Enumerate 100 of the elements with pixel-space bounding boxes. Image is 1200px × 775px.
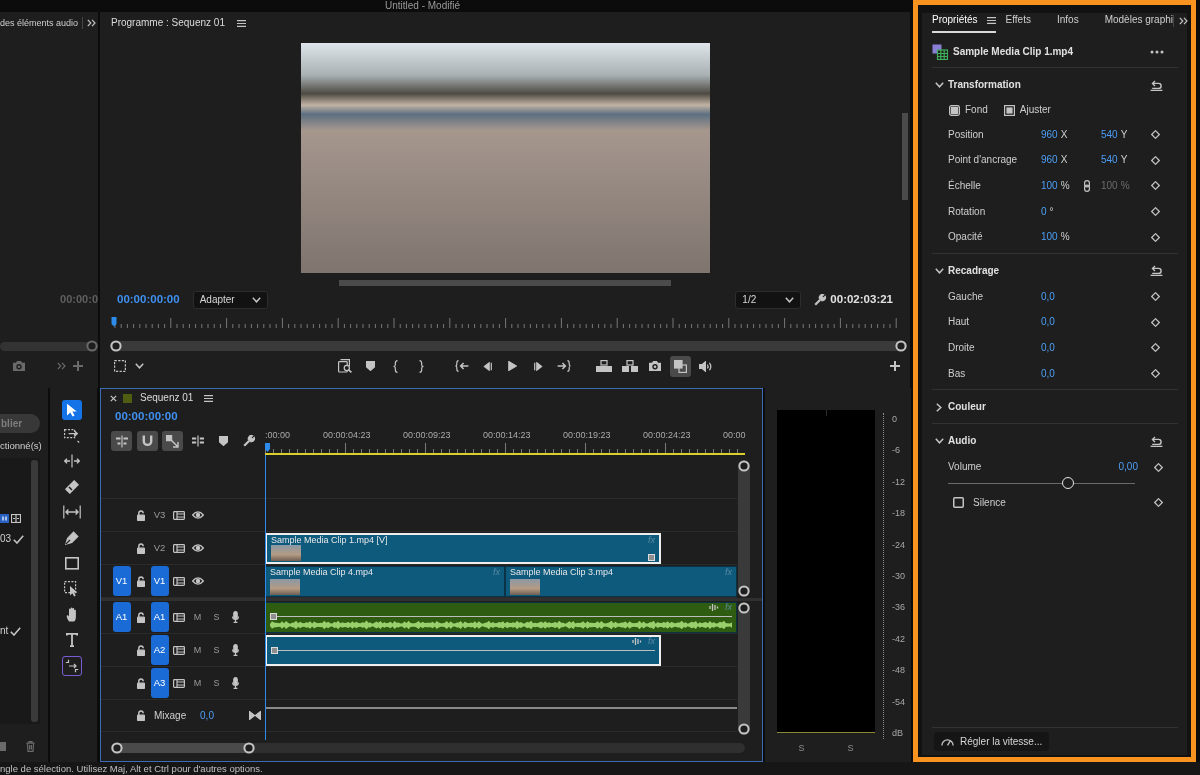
diamond-icon[interactable] (1151, 343, 1160, 353)
trash-icon[interactable] (26, 740, 35, 752)
source-patch[interactable]: A1 (112, 602, 131, 632)
square-icon[interactable] (0, 741, 6, 751)
solo-button[interactable]: S (213, 645, 220, 655)
bowtie-icon[interactable] (248, 711, 261, 720)
property-value[interactable]: 0,0 (1041, 341, 1055, 354)
padlock-icon[interactable] (136, 509, 145, 521)
extend-tool-button[interactable] (62, 655, 82, 676)
frame-mode-button[interactable]: Ajuster (1003, 104, 1051, 116)
scrollbar[interactable] (902, 113, 908, 200)
linked-button[interactable] (162, 431, 183, 451)
diamond-icon[interactable] (1151, 207, 1160, 217)
solo-button[interactable]: S (213, 612, 220, 622)
padlock-icon[interactable] (136, 644, 145, 656)
slider-thumb[interactable] (1061, 477, 1074, 490)
scrollbar[interactable] (339, 280, 671, 286)
diamond-icon[interactable] (1154, 498, 1163, 508)
track-target[interactable]: V2 (150, 533, 169, 563)
diamond-icon[interactable] (1151, 181, 1160, 191)
timecode[interactable]: 00:00:00:00 (115, 410, 178, 424)
reset-arrow-icon[interactable] (1150, 265, 1163, 277)
keyframe-icon[interactable] (271, 646, 278, 654)
section-title[interactable]: Transformation (948, 79, 1021, 91)
filmstrip-icon[interactable] (172, 645, 185, 655)
mute-button[interactable]: M (193, 678, 202, 688)
track-target[interactable]: V3 (150, 500, 169, 530)
reset-arrow-icon[interactable] (1150, 79, 1163, 91)
more-icon[interactable] (1150, 50, 1164, 54)
scrollbar[interactable] (31, 460, 38, 722)
diamond-icon[interactable] (1151, 369, 1160, 379)
property-value[interactable]: 100 (1041, 180, 1058, 192)
scroll-handle[interactable] (738, 460, 750, 472)
property-value[interactable]: 960 (1041, 128, 1058, 141)
scroll-handle[interactable] (738, 723, 750, 735)
panel-tab[interactable]: Modèles graphi (1104, 14, 1174, 33)
property-value[interactable]: 960 (1041, 154, 1058, 167)
reset-arrow-icon[interactable] (1150, 435, 1163, 447)
menu-icon[interactable] (236, 19, 246, 27)
panel-tab[interactable]: Effets (1005, 14, 1031, 33)
resolution-dropdown[interactable]: 1/2 (735, 291, 802, 309)
timecode[interactable]: 00:00:00:00 (117, 293, 180, 307)
solo-button[interactable]: S (798, 743, 805, 754)
panel-tab[interactable]: Propriétés (932, 14, 996, 33)
eye-icon[interactable] (191, 577, 204, 585)
wrench-icon[interactable] (814, 294, 827, 306)
track-target[interactable]: V1 (150, 566, 169, 596)
chevron-icon[interactable] (934, 82, 944, 88)
compare-button[interactable] (670, 355, 691, 377)
property-value[interactable]: 100 (1041, 231, 1058, 244)
diamond-icon[interactable] (1151, 317, 1160, 327)
scroll-handle[interactable] (895, 340, 907, 352)
playhead-icon[interactable] (265, 443, 270, 452)
solo-button[interactable]: S (847, 743, 854, 754)
scrollbar[interactable] (738, 602, 750, 735)
speed-button[interactable]: Régler la vitesse... (934, 732, 1050, 751)
panel-tab[interactable]: des éléments audio (0, 17, 79, 29)
filmstrip-icon[interactable] (172, 510, 185, 520)
scroll-handle[interactable] (243, 742, 255, 754)
diamond-icon[interactable] (1151, 130, 1160, 140)
diamond-icon[interactable] (1151, 155, 1160, 165)
check-icon[interactable] (13, 534, 25, 544)
property-value[interactable]: 0,0 (1041, 367, 1055, 380)
list-item-label[interactable]: nt (0, 625, 9, 637)
eye-icon[interactable] (191, 544, 204, 552)
diamond-icon[interactable] (1151, 292, 1160, 302)
video-clip[interactable]: Sample Media Clip 1.mp4 [V] fx (265, 532, 661, 564)
volume-line[interactable] (277, 615, 732, 617)
property-value[interactable]: 540 (1101, 154, 1118, 167)
track-target[interactable]: A2 (150, 635, 169, 665)
scroll-handle[interactable] (738, 585, 750, 597)
section-title[interactable]: Audio (948, 435, 977, 448)
property-value[interactable]: 0,00 (1118, 461, 1138, 474)
property-value[interactable]: 0,0 (1041, 316, 1055, 329)
zoom-dropdown[interactable]: Adapter (192, 291, 268, 309)
solo-button[interactable]: S (213, 678, 220, 688)
source-patch[interactable]: V1 (112, 566, 131, 596)
track-target[interactable]: A1 (150, 602, 169, 632)
scrollbar[interactable] (111, 743, 745, 753)
snap-button[interactable] (136, 431, 158, 451)
diamond-icon[interactable] (1154, 462, 1163, 472)
volume-line[interactable] (278, 649, 655, 651)
scrollbar[interactable] (0, 341, 98, 351)
scroll-handle[interactable] (738, 602, 750, 614)
filmstrip-icon[interactable] (172, 612, 185, 622)
frame-mode-button[interactable]: Fond (949, 104, 988, 116)
track-target[interactable]: A3 (150, 668, 169, 698)
sequence-title[interactable]: Sequenz 01 (140, 392, 194, 404)
close-icon[interactable] (110, 394, 117, 402)
microphone-icon[interactable] (232, 644, 239, 656)
split-box-toggle-icon[interactable] (11, 514, 21, 523)
padlock-icon[interactable] (136, 611, 145, 623)
camera-icon[interactable] (13, 361, 25, 371)
mute-button[interactable]: M (193, 612, 202, 622)
keyframe-icon[interactable] (270, 612, 277, 620)
property-value[interactable]: 0 (1041, 205, 1047, 218)
panel-title[interactable]: Programme : Sequenz 01 (111, 17, 225, 29)
checkbox[interactable] (953, 497, 964, 509)
microphone-icon[interactable] (232, 677, 239, 689)
scrollbar[interactable] (110, 341, 907, 351)
